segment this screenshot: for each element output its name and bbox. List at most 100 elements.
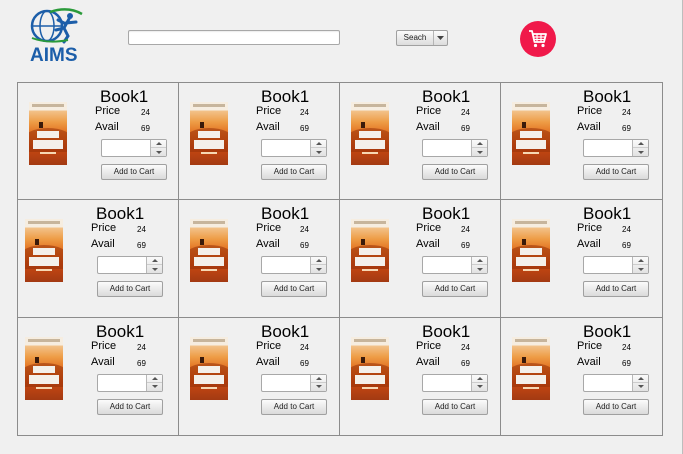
- increment-button[interactable]: [472, 257, 487, 266]
- chevron-down-icon: [476, 267, 483, 271]
- product-title: Book1: [261, 87, 310, 106]
- book-cover-image: [25, 219, 63, 283]
- add-to-cart-button[interactable]: Add to Cart: [422, 398, 488, 415]
- decrement-button[interactable]: [311, 265, 326, 273]
- price-value: 24: [300, 225, 309, 235]
- product-card: Book1 Price 24 Avail 69 Add to Cart: [179, 83, 340, 201]
- decrement-button[interactable]: [147, 265, 162, 273]
- product-card: Book1 Price 24 Avail 69 Add to Cart: [179, 317, 340, 435]
- increment-button[interactable]: [472, 375, 487, 383]
- price-label: Price: [256, 105, 282, 117]
- decrement-button[interactable]: [151, 148, 166, 156]
- product-title: Book1: [422, 321, 471, 341]
- search-input[interactable]: [128, 30, 340, 45]
- price-label: Price: [91, 339, 117, 352]
- decrement-button[interactable]: [472, 265, 487, 273]
- increment-button[interactable]: [633, 375, 648, 383]
- book-cover-image: [351, 336, 389, 400]
- product-card: Book1 Price 24 Avail 69 Add to Cart: [18, 317, 179, 435]
- increment-button[interactable]: [472, 140, 487, 148]
- increment-button[interactable]: [151, 140, 166, 148]
- avail-value: 69: [300, 241, 309, 251]
- product-title: Book1: [583, 87, 632, 106]
- add-to-cart-button[interactable]: Add to Cart: [583, 164, 649, 180]
- price-value: 24: [300, 108, 309, 117]
- decrement-button[interactable]: [633, 265, 648, 273]
- decrement-button[interactable]: [311, 383, 326, 391]
- chevron-down-icon: [637, 150, 644, 154]
- price-label: Price: [577, 222, 603, 235]
- product-card: Book1 Price 24 Avail 69 Add to Cart: [18, 200, 179, 318]
- price-label: Price: [256, 222, 282, 235]
- increment-button[interactable]: [147, 375, 162, 383]
- increment-button[interactable]: [311, 257, 326, 266]
- add-to-cart-button[interactable]: Add to Cart: [422, 281, 488, 298]
- add-to-cart-button[interactable]: Add to Cart: [583, 281, 649, 298]
- product-card: Book1 Price 24 Avail 69 Add to Cart: [501, 318, 662, 435]
- quantity-spinner[interactable]: [471, 374, 487, 391]
- book-cover-image: [25, 336, 63, 400]
- increment-button[interactable]: [633, 257, 648, 266]
- shopping-cart-icon: [529, 30, 547, 48]
- add-to-cart-button[interactable]: Add to Cart: [583, 398, 649, 415]
- chevron-up-icon: [315, 259, 322, 263]
- add-to-cart-button[interactable]: Add to Cart: [422, 164, 488, 180]
- add-to-cart-button[interactable]: Add to Cart: [101, 164, 167, 180]
- quantity-spinner[interactable]: [310, 374, 326, 391]
- add-to-cart-button[interactable]: Add to Cart: [261, 164, 327, 180]
- quantity-spinner[interactable]: [471, 257, 487, 274]
- increment-button[interactable]: [147, 257, 162, 266]
- book-cover-image: [190, 102, 228, 165]
- product-card: Book1 Price 24 Avail 69 Add to Cart: [18, 83, 179, 201]
- quantity-spinner[interactable]: [310, 257, 326, 274]
- decrement-button[interactable]: [311, 148, 326, 156]
- decrement-button[interactable]: [633, 383, 648, 391]
- decrement-button[interactable]: [472, 148, 487, 156]
- add-to-cart-button[interactable]: Add to Cart: [97, 398, 163, 415]
- avail-label: Avail: [91, 355, 115, 368]
- decrement-button[interactable]: [633, 148, 648, 156]
- price-value: 24: [622, 342, 631, 352]
- increment-button[interactable]: [311, 140, 326, 148]
- increment-button[interactable]: [633, 140, 648, 148]
- price-label: Price: [577, 339, 603, 352]
- avail-value: 69: [137, 241, 146, 251]
- search-dropdown-arrow[interactable]: [434, 31, 447, 45]
- avail-value: 69: [300, 124, 309, 133]
- chevron-up-icon: [637, 376, 644, 380]
- chevron-up-icon: [315, 376, 322, 380]
- price-label: Price: [577, 105, 603, 117]
- price-label: Price: [416, 222, 442, 235]
- quantity-spinner[interactable]: [632, 257, 648, 274]
- avail-label: Avail: [416, 238, 440, 251]
- chevron-down-icon: [437, 36, 444, 40]
- quantity-spinner[interactable]: [632, 140, 648, 156]
- chevron-up-icon: [315, 142, 322, 145]
- cart-button[interactable]: [520, 21, 556, 57]
- avail-label: Avail: [256, 238, 280, 251]
- add-to-cart-button[interactable]: Add to Cart: [261, 398, 327, 415]
- add-to-cart-button[interactable]: Add to Cart: [97, 281, 163, 298]
- quantity-spinner[interactable]: [632, 374, 648, 391]
- quantity-spinner[interactable]: [310, 140, 326, 156]
- add-to-cart-button[interactable]: Add to Cart: [261, 281, 327, 298]
- product-card: Book1 Price 24 Avail 69 Add to Cart: [179, 200, 340, 318]
- decrement-button[interactable]: [472, 383, 487, 391]
- increment-button[interactable]: [311, 375, 326, 383]
- quantity-spinner[interactable]: [150, 140, 166, 156]
- search-split-button[interactable]: Seach: [396, 30, 448, 46]
- avail-label: Avail: [95, 121, 119, 133]
- quantity-spinner[interactable]: [146, 374, 162, 391]
- quantity-spinner[interactable]: [471, 140, 487, 156]
- product-title: Book1: [96, 321, 145, 341]
- price-label: Price: [416, 339, 442, 352]
- decrement-button[interactable]: [147, 383, 162, 391]
- price-value: 24: [300, 342, 309, 352]
- quantity-spinner[interactable]: [146, 257, 162, 274]
- book-cover-image: [351, 219, 389, 283]
- search-button-label[interactable]: Seach: [397, 31, 434, 45]
- price-label: Price: [256, 339, 282, 352]
- product-card: Book1 Price 24 Avail 69 Add to Cart: [340, 200, 501, 318]
- chevron-down-icon: [476, 150, 483, 154]
- price-value: 24: [141, 108, 150, 117]
